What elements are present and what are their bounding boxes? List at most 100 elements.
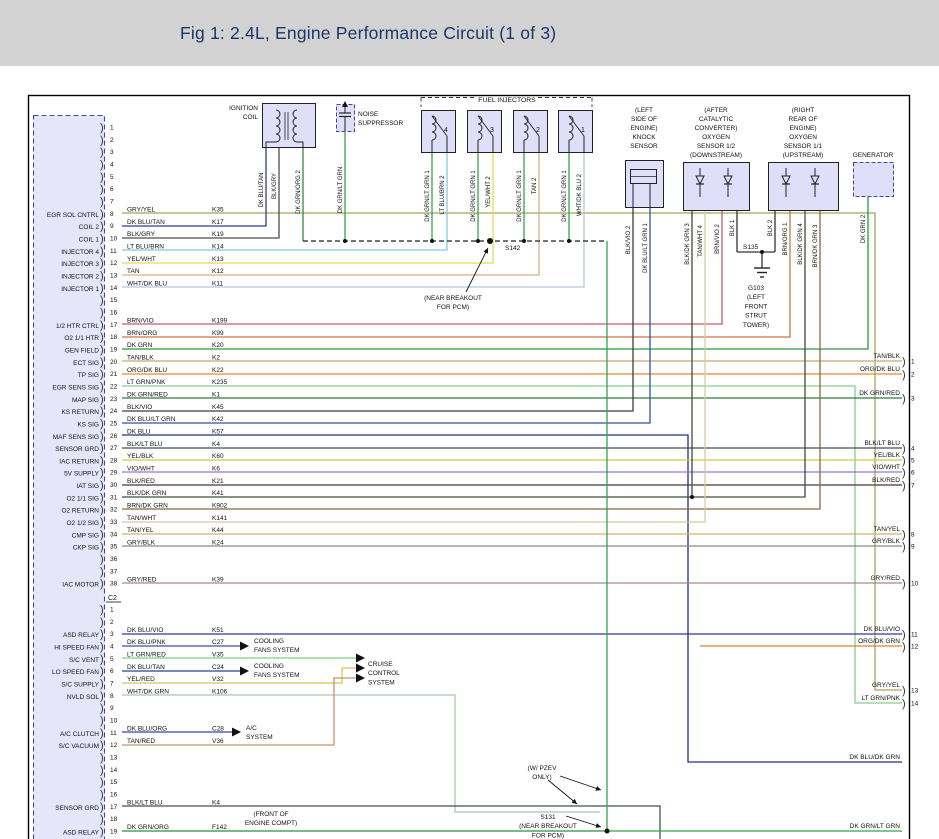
vertical-wire-label: BLK/VIO 2 bbox=[626, 225, 632, 254]
exit-wire-label-9: GRY/BLK bbox=[872, 538, 901, 545]
c1-wire-name-18: BRN/ORG bbox=[127, 330, 157, 337]
c1-wire-name-30: BLK/RED bbox=[127, 478, 155, 485]
c1-wire-name-9: DK BLU/TAN bbox=[127, 219, 165, 226]
c1-cavity-20: ) bbox=[100, 356, 104, 368]
c1-pin-number-6: 6 bbox=[110, 186, 114, 193]
c1-pin-number-32: 32 bbox=[110, 507, 118, 514]
c1-pin-number-26: 26 bbox=[110, 433, 118, 440]
c1-cavity-6: ) bbox=[100, 184, 104, 196]
c2-pin-number-16: 16 bbox=[110, 791, 118, 798]
exit-number-3: 3 bbox=[911, 396, 915, 403]
exit-wire-label-1: TAN/BLK bbox=[873, 353, 900, 360]
c1-pin-number-2: 2 bbox=[110, 137, 114, 144]
c2-cavity-5: ) bbox=[100, 653, 104, 665]
c1-pin-label-17: 1/2 HTR CTRL bbox=[56, 323, 99, 330]
c1-pin-number-4: 4 bbox=[110, 161, 114, 168]
c1-circuit-code-25: K42 bbox=[212, 416, 224, 423]
c1-pin-number-23: 23 bbox=[110, 396, 118, 403]
exit-wire-label-5: YEL/BLK bbox=[874, 452, 901, 459]
ignition-coil-label: COIL bbox=[243, 114, 259, 121]
vertical-wire-label: DK GRN/LT GRN 1 bbox=[562, 170, 568, 222]
o2-sensor-downstream-label: CATALYTIC bbox=[699, 116, 734, 123]
c2-cavity-10: ) bbox=[100, 715, 104, 727]
exit-wire-label-3: DK GRN/RED bbox=[859, 390, 900, 397]
vertical-wire-label: BRN/DK GRN 3 bbox=[813, 224, 819, 267]
annotation-s131: FOR PCM) bbox=[532, 832, 564, 839]
c1-pin-label-20: ECT SIG bbox=[73, 360, 99, 367]
c2-pin-number-15: 15 bbox=[110, 779, 118, 786]
c1-pin-number-22: 22 bbox=[110, 383, 118, 390]
c1-circuit-code-34: K44 bbox=[212, 527, 224, 534]
c1-cavity-32: ) bbox=[100, 504, 104, 516]
c1-wire-name-24: BLK/VIO bbox=[127, 404, 152, 411]
c1-cavity-4: ) bbox=[100, 159, 104, 171]
c2-cavity-15: ) bbox=[100, 777, 104, 789]
c1-pin-label-33: O2 1/2 SIG bbox=[66, 520, 99, 527]
c2-pin-number-11: 11 bbox=[110, 730, 117, 737]
c1-cavity-31: ) bbox=[100, 492, 104, 504]
exit-number-7: 7 bbox=[911, 483, 915, 490]
exit-number-5: 5 bbox=[911, 458, 915, 465]
vertical-wire-label: BLK/GRY bbox=[272, 173, 278, 199]
c2-cavity-13: ) bbox=[100, 752, 104, 764]
c1-circuit-code-8: K35 bbox=[212, 207, 224, 214]
c1-cavity-5: ) bbox=[100, 171, 104, 183]
annotation-ac-system: SYSTEM bbox=[246, 734, 273, 741]
c2-circuit-code-5: V35 bbox=[212, 652, 224, 659]
noise-suppressor-label: NOISE bbox=[358, 111, 379, 118]
c1-circuit-code-30: K21 bbox=[212, 478, 224, 485]
c1-pin-number-11: 11 bbox=[110, 248, 117, 255]
c2-cavity-12: ) bbox=[100, 740, 104, 752]
splice-dot bbox=[476, 239, 480, 243]
exit-wire-label-6: VIO/WHT bbox=[872, 464, 900, 471]
c1-pin-label-25: KS SIG bbox=[77, 421, 99, 428]
c2-circuit-code-4: C27 bbox=[212, 639, 224, 646]
c2-cavity-18: ) bbox=[100, 814, 104, 826]
c1-pin-number-25: 25 bbox=[110, 420, 118, 427]
c1-cavity-12: ) bbox=[100, 258, 104, 270]
vertical-wire-label: DK BLU/TAN bbox=[259, 173, 265, 208]
c1-circuit-code-17: K199 bbox=[212, 317, 228, 324]
c2-pin-label-4: HI SPEED FAN bbox=[54, 644, 99, 651]
exit-cavity-6: ) bbox=[902, 467, 906, 479]
exit-wire-label-14: LT GRN/PNK bbox=[862, 695, 901, 702]
c1-cavity-30: ) bbox=[100, 480, 104, 492]
c2-wire-name-4: DK BLU/PNK bbox=[127, 639, 166, 646]
fuel-injectors-group-label: FUEL INJECTORS bbox=[478, 97, 536, 104]
knock-sensor-label: SENSOR bbox=[630, 143, 658, 150]
c1-pin-number-19: 19 bbox=[110, 346, 118, 353]
exit-number-12: 12 bbox=[911, 644, 919, 651]
annotation-g103: TOWER) bbox=[743, 322, 769, 329]
c1-pin-number-3: 3 bbox=[110, 149, 114, 156]
c1-circuit-code-29: K6 bbox=[212, 465, 220, 472]
c1-pin-number-20: 20 bbox=[110, 359, 118, 366]
c2-pin-number-14: 14 bbox=[110, 767, 118, 774]
vertical-wire-label: DK GRN/LT GRN 1 bbox=[471, 170, 477, 222]
annotation-g103: FRONT bbox=[745, 303, 767, 310]
c1-pin-label-24: KS RETURN bbox=[61, 409, 99, 416]
o2-sensor-downstream-label: CONVERTER) bbox=[695, 125, 738, 132]
c1-wire-name-27: BLK/LT BLU bbox=[127, 441, 163, 448]
exit-cavity-11: ) bbox=[902, 629, 906, 641]
splice-dot bbox=[487, 238, 493, 244]
vertical-wire-label: DK BLU/LT GRN 1 bbox=[643, 222, 649, 272]
exit-cavity-8: ) bbox=[902, 529, 906, 541]
c1-wire-name-26: DK BLU bbox=[127, 428, 151, 435]
exit-number-4: 4 bbox=[911, 446, 915, 453]
fuel-injector-number-2: 2 bbox=[536, 127, 540, 134]
c1-pin-label-27: SENSOR GRD bbox=[55, 446, 99, 453]
c1-pin-number-10: 10 bbox=[110, 235, 118, 242]
o2-sensor-upstream-label: OXYGEN bbox=[789, 134, 817, 141]
exit-wire-label-12: ORG/DK GRN bbox=[858, 638, 900, 645]
c2-circuit-code-8: K106 bbox=[212, 689, 228, 696]
c1-wire-name-32: BRN/DK GRN bbox=[127, 502, 168, 509]
c1-wire-name-8: GRY/YEL bbox=[127, 207, 155, 214]
exit-cavity-2: ) bbox=[902, 369, 906, 381]
c1-cavity-15: ) bbox=[100, 295, 104, 307]
vertical-wire-label: DK GRN 2 bbox=[861, 214, 867, 243]
c1-cavity-7: ) bbox=[100, 196, 104, 208]
knock-sensor-label: ENGINE) bbox=[630, 125, 657, 132]
c1-pin-number-31: 31 bbox=[110, 494, 118, 501]
o2-sensor-upstream-label: (UPSTREAM) bbox=[783, 152, 823, 159]
c2-pin-number-12: 12 bbox=[110, 742, 118, 749]
